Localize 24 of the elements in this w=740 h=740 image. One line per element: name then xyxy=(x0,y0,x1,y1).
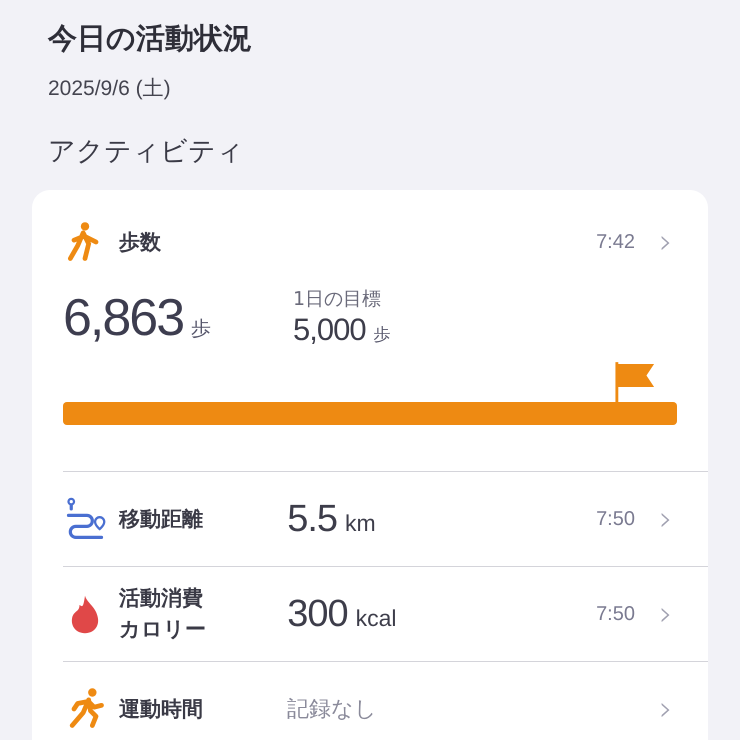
section-title: アクティビティ xyxy=(48,135,245,169)
metric-label: 運動時間 xyxy=(119,696,204,722)
metric-label: 移動距離 xyxy=(119,506,204,532)
chevron-icon[interactable]: › xyxy=(659,599,677,629)
goal-unit: 歩 xyxy=(374,325,391,345)
page-title: 今日の活動状況 xyxy=(48,20,253,57)
time-text: 7:50 xyxy=(596,602,635,626)
goal-value: 5,000 xyxy=(293,312,366,347)
goal-label: 1日の目標 xyxy=(293,287,382,312)
steps-count: 6,863 xyxy=(63,289,184,347)
time-text: 7:42 xyxy=(596,230,635,254)
date-text: 2025/9/6 (土) xyxy=(48,76,172,102)
steps-unit: 歩 xyxy=(191,316,212,340)
chevron-icon[interactable]: › xyxy=(659,694,677,724)
no-record-text: 記録なし xyxy=(287,696,378,724)
chevron-icon[interactable]: › xyxy=(659,504,677,534)
metric-unit: km xyxy=(345,510,376,536)
chevron-icon[interactable]: › xyxy=(659,227,677,257)
metric-value: 300 xyxy=(287,592,348,636)
metric-unit: kcal xyxy=(356,604,396,632)
metric-label: 活動消費カロリー xyxy=(119,585,207,643)
time-text: 7:50 xyxy=(596,508,635,530)
steps-label: 歩数 xyxy=(119,229,161,256)
metric-value: 5.5 xyxy=(287,498,338,540)
